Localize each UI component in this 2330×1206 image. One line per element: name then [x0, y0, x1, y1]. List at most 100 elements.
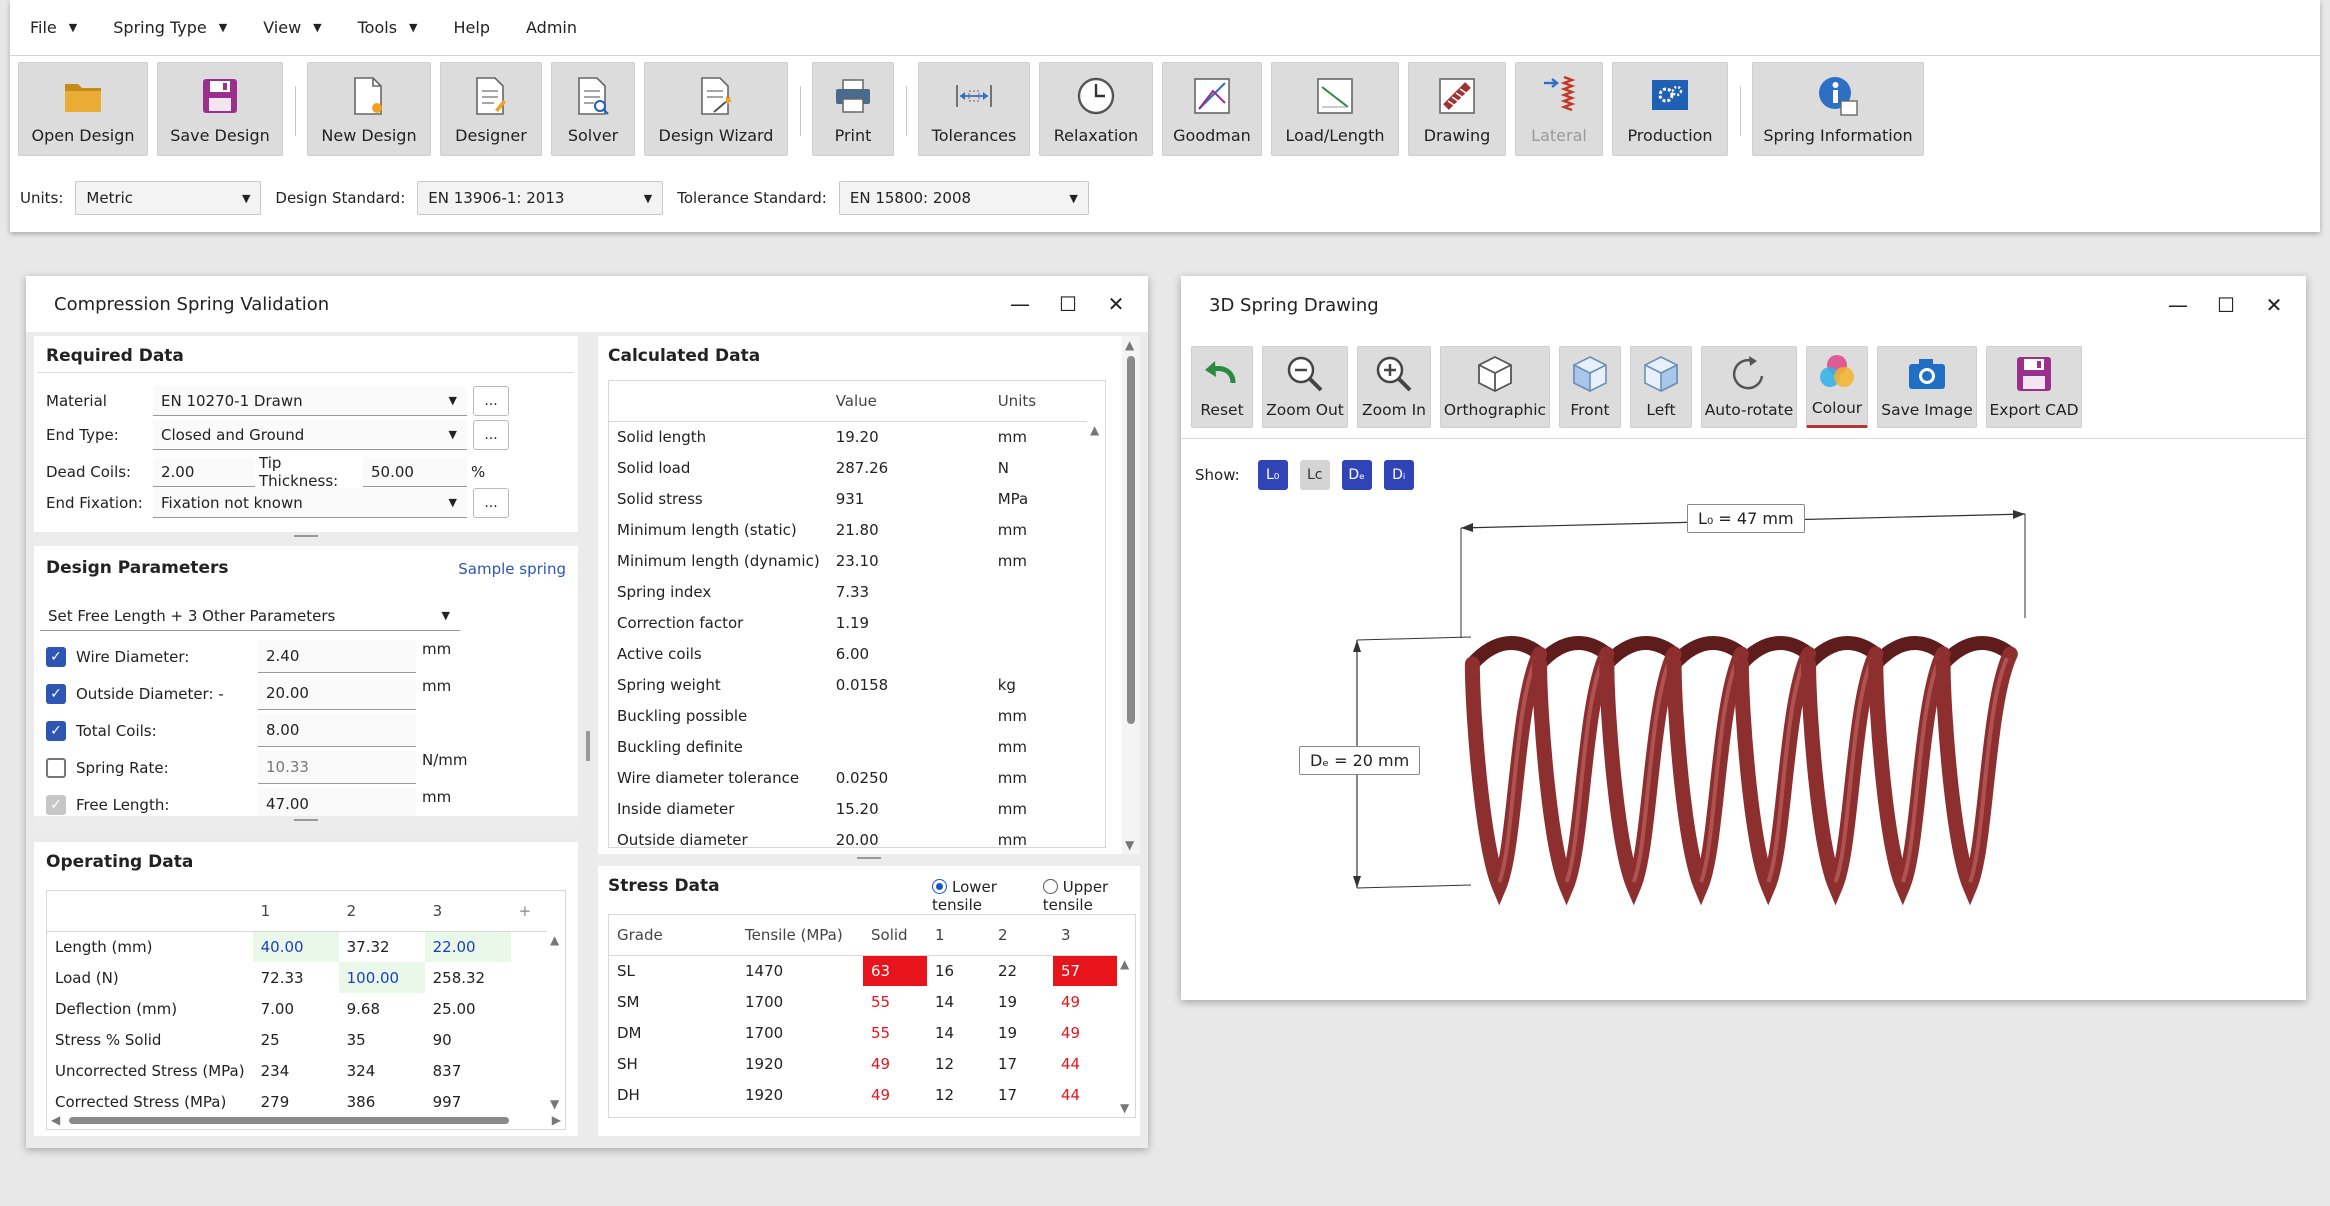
- total-coils-label: Total Coils:: [76, 721, 157, 740]
- panel-splitter[interactable]: [598, 854, 1140, 866]
- chevron-down-icon: ▼: [448, 394, 457, 407]
- validation-title-bar: Compression Spring Validation — ☐ ✕: [26, 276, 1148, 332]
- wire-diameter-checkbox[interactable]: ✓: [46, 646, 66, 667]
- end-fixation-select[interactable]: Fixation not known ▼: [153, 488, 467, 518]
- outer-diameter-label: Dₑ = 20 mm: [1299, 746, 1421, 775]
- spring-drawing-icon: [1435, 74, 1479, 118]
- column-header: Value: [835, 391, 877, 410]
- tip-thickness-input[interactable]: 50.00: [363, 457, 467, 487]
- end-type-label: End Type:: [46, 426, 119, 444]
- material-select[interactable]: EN 10270-1 Drawn ▼: [153, 386, 467, 416]
- spring-rate-checkbox[interactable]: [46, 757, 66, 778]
- table-row: Uncorrected Stress (MPa) 234 324 837: [55, 1061, 462, 1080]
- free-length-checkbox: ✓: [46, 794, 66, 815]
- designer-button[interactable]: Designer: [440, 62, 542, 156]
- wire-diameter-input[interactable]: 2.40: [258, 640, 416, 673]
- relaxation-button[interactable]: Relaxation: [1039, 62, 1153, 156]
- sample-spring-link[interactable]: Sample spring: [458, 560, 566, 578]
- calculated-inner-scrollbar[interactable]: ▲: [1087, 421, 1105, 847]
- vertical-splitter-grip[interactable]: [586, 731, 590, 761]
- lateral-spring-icon: [1537, 74, 1581, 118]
- scroll-down-icon[interactable]: ▼: [550, 1097, 559, 1111]
- scroll-down-icon[interactable]: ▼: [1120, 1101, 1129, 1115]
- menu-view[interactable]: View ▼: [263, 18, 321, 37]
- table-row: Spring index 7.33: [617, 582, 870, 601]
- tolerance-icon: [952, 74, 996, 118]
- units-select[interactable]: Metric ▼: [75, 181, 262, 215]
- spring-rate-input[interactable]: 10.33: [258, 751, 416, 784]
- menu-tools[interactable]: Tools ▼: [358, 18, 418, 37]
- material-more-button[interactable]: ...: [473, 386, 509, 416]
- column-header: 3: [432, 901, 443, 920]
- print-button[interactable]: Print: [812, 62, 894, 156]
- scroll-up-icon[interactable]: ▲: [1090, 423, 1099, 437]
- save-design-button[interactable]: Save Design: [157, 62, 283, 156]
- menu-spring-type[interactable]: Spring Type ▼: [113, 18, 227, 37]
- scroll-up-icon[interactable]: ▲: [1120, 957, 1129, 971]
- chevron-down-icon: ▼: [1069, 191, 1078, 205]
- close-icon[interactable]: ✕: [1106, 292, 1126, 316]
- stress-vertical-scrollbar[interactable]: ▲ ▼: [1117, 955, 1135, 1117]
- panel-splitter[interactable]: [34, 816, 578, 830]
- lateral-button[interactable]: Lateral: [1515, 62, 1603, 156]
- length-1-input[interactable]: 40.00: [252, 931, 339, 962]
- scroll-down-icon[interactable]: ▼: [1125, 838, 1134, 852]
- panel-splitter[interactable]: [34, 532, 578, 546]
- operating-vertical-scrollbar[interactable]: ▲ ▼: [547, 931, 565, 1113]
- upper-tensile-radio[interactable]: Upper tensile: [1042, 878, 1140, 914]
- scroll-thumb[interactable]: [1127, 356, 1135, 724]
- tolerance-standard-select[interactable]: EN 15800: 2008 ▼: [838, 181, 1089, 215]
- scroll-left-icon[interactable]: ◀: [51, 1113, 60, 1127]
- scroll-right-icon[interactable]: ▶: [552, 1113, 561, 1127]
- tip-thickness-label: Tip Thickness:: [259, 454, 339, 490]
- design-standard-select[interactable]: EN 13906-1: 2013 ▼: [417, 181, 664, 215]
- end-type-select[interactable]: Closed and Ground ▼: [153, 420, 467, 450]
- new-design-button[interactable]: New Design: [307, 62, 431, 156]
- stress-grid: Grade Tensile (MPa) Solid 1 2 3 SL 1470 63…: [608, 914, 1136, 1118]
- minimize-icon[interactable]: —: [1010, 292, 1030, 316]
- drawing-button[interactable]: Drawing: [1408, 62, 1506, 156]
- add-column-button[interactable]: +: [511, 891, 557, 931]
- spring-information-button[interactable]: Spring Information: [1752, 62, 1924, 156]
- table-row: Solid stress 931 MPa: [617, 489, 1029, 508]
- parameter-mode-select[interactable]: Set Free Length + 3 Other Parameters ▼: [40, 601, 460, 631]
- clock-icon: [1074, 74, 1118, 118]
- outside-diameter-checkbox[interactable]: ✓: [46, 683, 66, 704]
- wire-diameter-label: Wire Diameter:: [76, 647, 190, 666]
- total-coils-input[interactable]: 8.00: [258, 714, 416, 747]
- spring-3d-viewport[interactable]: [1181, 276, 2306, 1000]
- scroll-up-icon[interactable]: ▲: [550, 933, 559, 947]
- end-fixation-more-button[interactable]: ...: [473, 488, 509, 518]
- solver-button[interactable]: Solver: [551, 62, 635, 156]
- table-row: Minimum length (dynamic) 23.10 mm: [617, 551, 1027, 570]
- column-header: 2: [998, 925, 1008, 944]
- end-type-more-button[interactable]: ...: [473, 420, 509, 450]
- outside-diameter-input[interactable]: 20.00: [258, 677, 416, 710]
- section-title: Stress Data: [608, 876, 720, 896]
- chevron-down-icon: ▼: [241, 191, 251, 205]
- maximize-icon[interactable]: ☐: [1058, 292, 1078, 316]
- required-data-panel: Required Data Material EN 10270-1 Drawn ▼…: [34, 336, 578, 532]
- open-design-button[interactable]: Open Design: [18, 62, 148, 156]
- tolerances-button[interactable]: Tolerances: [918, 62, 1030, 156]
- lower-tensile-radio[interactable]: Lower tensile: [932, 878, 1029, 914]
- load-length-button[interactable]: Load/Length: [1271, 62, 1399, 156]
- menu-admin[interactable]: Admin: [526, 18, 577, 37]
- menu-file[interactable]: File ▼: [30, 18, 77, 37]
- table-row: SM 1700 55 14 19 49: [617, 992, 1081, 1011]
- operating-horizontal-scrollbar[interactable]: ◀ ▶: [47, 1111, 565, 1129]
- scroll-thumb[interactable]: [69, 1117, 509, 1124]
- length-3-input[interactable]: 22.00: [424, 931, 511, 962]
- load-2-input[interactable]: 100.00: [338, 962, 425, 993]
- design-wizard-button[interactable]: Design Wizard: [644, 62, 788, 156]
- production-button[interactable]: Production: [1612, 62, 1728, 156]
- dead-coils-input[interactable]: 2.00: [153, 457, 255, 487]
- chevron-down-icon: ▼: [448, 428, 457, 441]
- calculated-vertical-scrollbar[interactable]: ▲ ▼: [1122, 336, 1140, 854]
- design-parameters-panel: Design Parameters Sample spring Set Free…: [34, 546, 578, 821]
- table-row: Outside diameter 20.00 mm: [617, 830, 1027, 848]
- scroll-up-icon[interactable]: ▲: [1125, 338, 1134, 352]
- total-coils-checkbox[interactable]: ✓: [46, 720, 66, 741]
- menu-help[interactable]: Help: [454, 18, 490, 37]
- goodman-button[interactable]: Goodman: [1162, 62, 1262, 156]
